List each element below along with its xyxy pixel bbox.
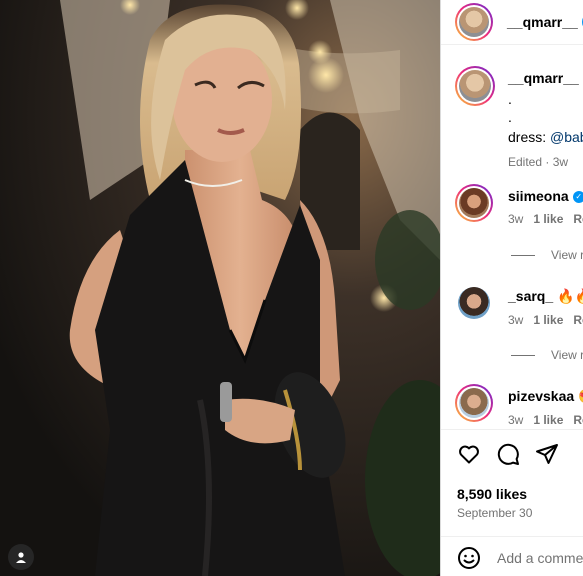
reply-button[interactable]: Re (573, 212, 583, 226)
comment-username[interactable]: pizevskaa (508, 388, 574, 404)
comment-likes[interactable]: 1 like (533, 313, 563, 327)
comments-list[interactable]: __qmarr__ ✓ . . dress: @bab Edited · 3w s… (441, 44, 583, 429)
header-username[interactable]: __qmarr__ (507, 14, 578, 30)
comment-avatar[interactable] (455, 184, 493, 222)
view-replies-button[interactable]: View r (511, 348, 583, 362)
view-replies-label: View r (551, 248, 583, 262)
caption-mention-link[interactable]: @bab (550, 129, 583, 145)
post-photo[interactable] (0, 0, 440, 576)
reply-button[interactable]: Re (573, 313, 583, 327)
comment-age: 3w (508, 413, 524, 427)
tagged-user-icon[interactable] (8, 544, 34, 570)
caption-dot: . (508, 109, 512, 125)
post-date: September 30 (457, 506, 533, 520)
reply-button[interactable]: Re (573, 413, 583, 427)
add-comment-bar: Add a comme (441, 536, 583, 576)
post-actions: 8,590 likes September 30 (441, 429, 583, 530)
like-heart-icon[interactable] (457, 442, 481, 466)
likes-count[interactable]: 8,590 likes (457, 486, 527, 502)
emoji-icon[interactable] (457, 546, 481, 570)
post-image (0, 0, 440, 576)
caption-username[interactable]: __qmarr__ (508, 70, 579, 86)
comment-age: 3w (508, 212, 524, 226)
header-avatar[interactable] (455, 3, 493, 41)
comment-text: 🔥🔥 (557, 288, 583, 304)
comment-age: 3w (508, 313, 524, 327)
view-replies-label: View r (551, 348, 583, 362)
comment-avatar[interactable] (455, 284, 493, 322)
comment-username[interactable]: _sarq_ (508, 288, 553, 304)
comment-username[interactable]: siimeona (508, 188, 569, 204)
view-replies-button[interactable]: View r (511, 248, 583, 262)
comment-avatar[interactable] (455, 384, 493, 422)
comment-likes[interactable]: 1 like (533, 413, 563, 427)
caption-avatar[interactable] (455, 66, 495, 106)
comment-bubble-icon[interactable] (496, 442, 520, 466)
post-header: __qmarr__ ✓ (441, 0, 583, 45)
share-send-icon[interactable] (535, 442, 559, 466)
add-comment-input[interactable]: Add a comme (497, 550, 583, 566)
comment-text: 😍 (578, 388, 583, 404)
caption-dot: . (508, 91, 512, 107)
comment-likes[interactable]: 1 like (533, 212, 563, 226)
post-sidebar: __qmarr__ ✓ __qmarr__ ✓ . . dress: @bab E… (440, 0, 583, 576)
caption-dress-label: dress: (508, 129, 547, 145)
verified-icon: ✓ (572, 191, 583, 204)
caption-meta: Edited · 3w (508, 155, 569, 169)
